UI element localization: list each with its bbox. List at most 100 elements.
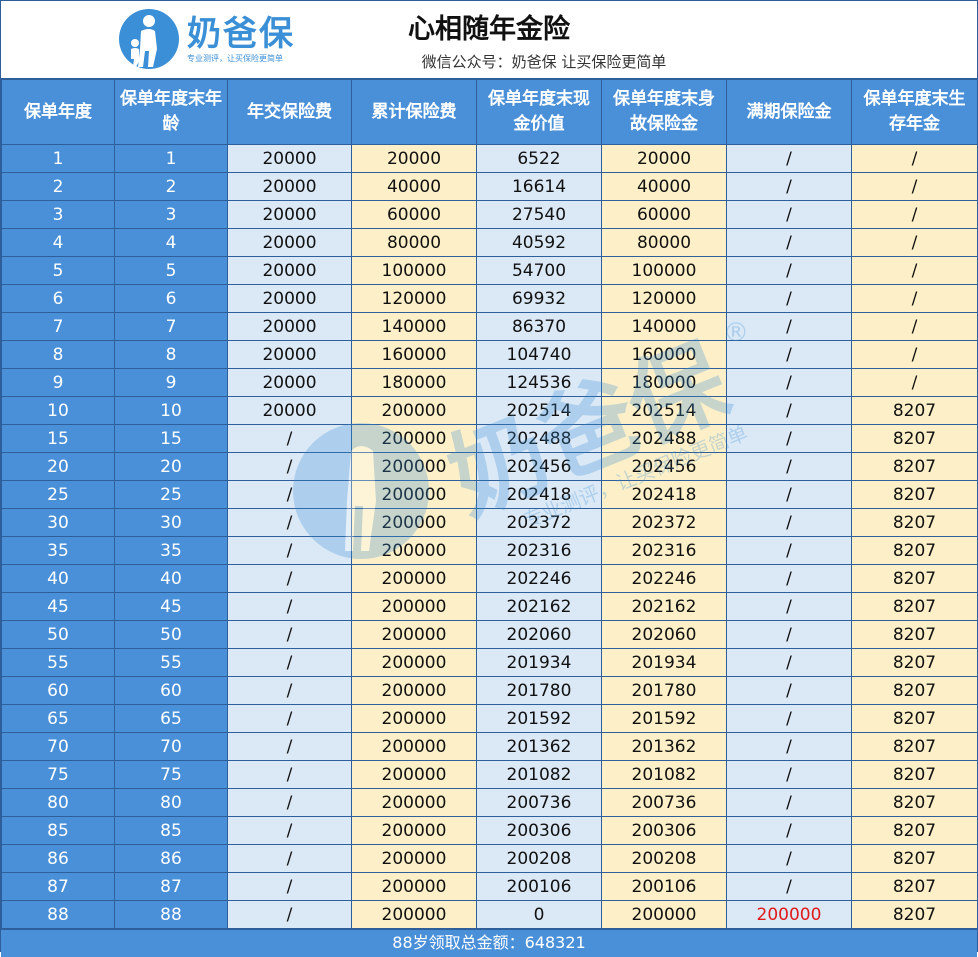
- table-cell: /: [227, 760, 352, 789]
- table-cell: 202162: [601, 592, 727, 621]
- table-cell: /: [227, 844, 352, 873]
- table-cell: /: [726, 172, 852, 201]
- table-cell: 200000: [351, 592, 477, 621]
- table-cell: /: [851, 312, 978, 341]
- table-cell: 124536: [476, 368, 602, 397]
- table-cell: 201082: [601, 760, 727, 789]
- column-header: 保单年度末年龄: [114, 79, 228, 145]
- table-cell: /: [726, 228, 852, 257]
- table-cell: 8207: [851, 452, 978, 481]
- table-cell: 8207: [851, 396, 978, 425]
- table-cell: 15: [1, 424, 115, 453]
- table-cell: 202316: [601, 536, 727, 565]
- table-cell: /: [726, 480, 852, 509]
- table-cell: /: [227, 452, 352, 481]
- table-cell: 8207: [851, 872, 978, 901]
- table-cell: 65: [114, 704, 228, 733]
- table-cell: 69932: [476, 284, 602, 313]
- table-cell: /: [726, 732, 852, 761]
- table-cell: 1: [114, 144, 228, 173]
- table-cell: /: [227, 648, 352, 677]
- table-row: 60 60/200000 201780 201780/8207: [1, 676, 978, 705]
- table-cell: /: [726, 452, 852, 481]
- table-cell: 202372: [601, 508, 727, 537]
- table-row: 75 75/200000 201082 201082/8207: [1, 760, 978, 789]
- table-body: 1 1 20000 20000 6522 20000//2 2 20000 40000 16614…: [1, 144, 978, 929]
- table-cell: 200000: [351, 788, 477, 817]
- table-cell: 8207: [851, 732, 978, 761]
- table-cell: 8207: [851, 760, 978, 789]
- table-cell: /: [851, 368, 978, 397]
- table-cell: 200000: [351, 704, 477, 733]
- table-row: 86 86/200000 200208 200208/8207: [1, 844, 978, 873]
- table-cell: 200306: [476, 816, 602, 845]
- table-cell: 200306: [601, 816, 727, 845]
- table-cell: 70: [114, 732, 228, 761]
- table-cell: 3: [114, 200, 228, 229]
- table-cell: /: [726, 704, 852, 733]
- table-cell: 200736: [476, 788, 602, 817]
- table-cell: /: [851, 284, 978, 313]
- table-cell: /: [227, 536, 352, 565]
- table-cell: 0: [476, 900, 602, 929]
- table-cell: /: [851, 340, 978, 369]
- table-cell: 8207: [851, 676, 978, 705]
- table-cell: 201934: [601, 648, 727, 677]
- table-cell: 30: [114, 508, 228, 537]
- table-cell: /: [227, 872, 352, 901]
- table-cell: 201592: [601, 704, 727, 733]
- table-row: 7 7 20000 140000 86370 140000//: [1, 312, 978, 341]
- table-cell: 8207: [851, 508, 978, 537]
- table-cell: 200000: [351, 536, 477, 565]
- table-cell: 65: [1, 704, 115, 733]
- table-cell: 200000: [351, 760, 477, 789]
- table-cell: 2: [114, 172, 228, 201]
- table-cell: 4: [1, 228, 115, 257]
- table-cell: 200208: [601, 844, 727, 873]
- table-cell: /: [726, 648, 852, 677]
- table-cell: /: [726, 592, 852, 621]
- table-cell: 80: [114, 788, 228, 817]
- table-cell: /: [227, 592, 352, 621]
- table-row: 65 65/200000 201592 201592/8207: [1, 704, 978, 733]
- table-cell: /: [227, 816, 352, 845]
- table-cell: 27540: [476, 200, 602, 229]
- table-cell: 202514: [476, 396, 602, 425]
- table-cell: 15: [114, 424, 228, 453]
- table-cell: 8207: [851, 424, 978, 453]
- table-cell: /: [726, 256, 852, 285]
- table-cell: 88: [114, 900, 228, 929]
- table-cell: 25: [1, 480, 115, 509]
- table-row: 20 20/200000 202456 202456/8207: [1, 452, 978, 481]
- table-cell: 8207: [851, 704, 978, 733]
- table-cell: 87: [114, 872, 228, 901]
- table-cell: 30: [1, 508, 115, 537]
- table-row: 5 5 20000 100000 54700 100000//: [1, 256, 978, 285]
- table-cell: 200000: [351, 424, 477, 453]
- table-cell: 8207: [851, 536, 978, 565]
- table-cell: 25: [114, 480, 228, 509]
- table-cell: 20000: [351, 144, 477, 173]
- table-cell: 8207: [851, 620, 978, 649]
- table-cell: 85: [114, 816, 228, 845]
- table-cell: 86: [1, 844, 115, 873]
- table-cell: /: [726, 676, 852, 705]
- table-cell: 6522: [476, 144, 602, 173]
- table-cell: 120000: [601, 284, 727, 313]
- table-cell: 202488: [601, 424, 727, 453]
- table-cell: 202488: [476, 424, 602, 453]
- table-cell: 50: [1, 620, 115, 649]
- table-row: 10 10 20000 200000 202514 202514/8207: [1, 396, 978, 425]
- table-cell: 20000: [227, 312, 352, 341]
- table-cell: /: [227, 788, 352, 817]
- table-cell: 20: [114, 452, 228, 481]
- table-cell: 80000: [601, 228, 727, 257]
- table-cell: 20000: [227, 368, 352, 397]
- table-cell: 20000: [227, 172, 352, 201]
- table-cell: /: [726, 816, 852, 845]
- table-cell: /: [726, 620, 852, 649]
- total-summary: 88岁领取总金额：648321: [1, 929, 977, 957]
- table-cell: 1: [1, 144, 115, 173]
- table-cell: 200106: [601, 872, 727, 901]
- table-cell: /: [227, 704, 352, 733]
